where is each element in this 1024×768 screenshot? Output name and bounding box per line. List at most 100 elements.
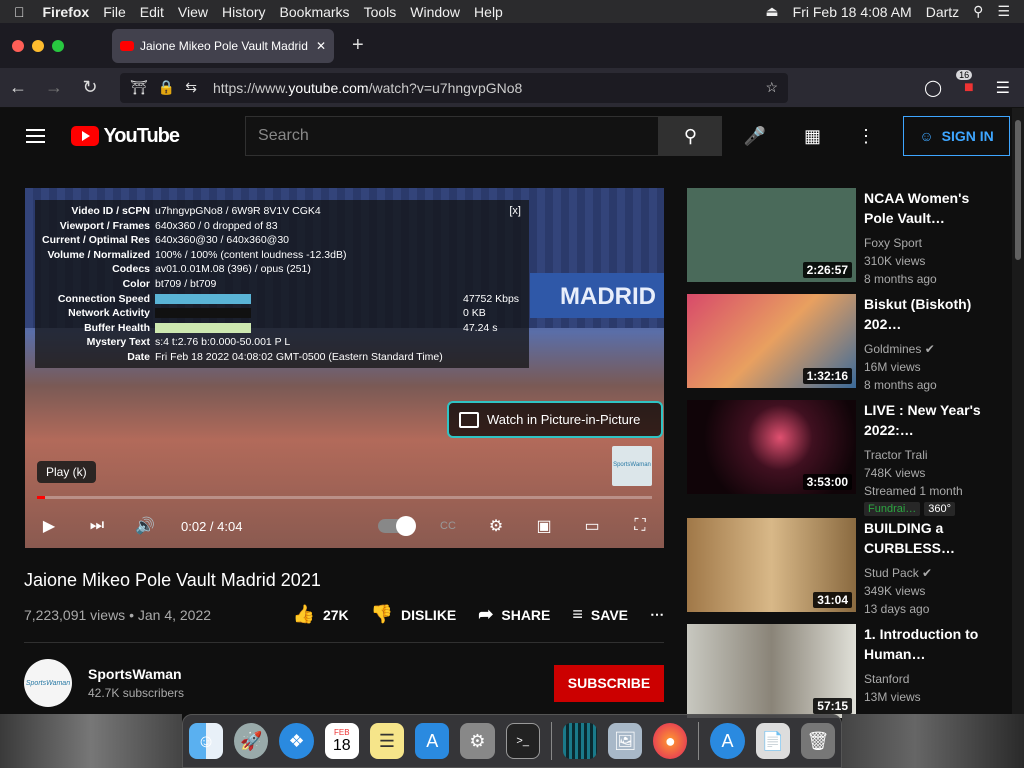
menu-view[interactable]: View xyxy=(178,4,208,20)
address-bar[interactable]: ⛩ 🔒 ⇆ https://www.youtube.com/watch?v=u7… xyxy=(120,72,788,103)
related-video-title[interactable]: LIVE : New Year's 2022:… xyxy=(864,400,994,440)
calendar-icon[interactable]: FEB 18 xyxy=(324,723,359,759)
spotlight-search-icon[interactable]: ⚲ xyxy=(973,3,983,20)
subscribe-button[interactable]: SUBSCRIBE xyxy=(554,664,664,702)
related-video-item[interactable]: 2:26:57 NCAA Women's Pole Vault… Foxy Sp… xyxy=(687,188,997,294)
system-preferences-icon[interactable]: ⚙ xyxy=(460,723,495,759)
menubar-user[interactable]: Dartz xyxy=(926,4,959,20)
settings-kebab-icon[interactable]: ⋮ xyxy=(857,126,875,147)
url-text[interactable]: https://www.youtube.com/watch?v=u7hngvpG… xyxy=(213,80,522,96)
app-menu[interactable]: Firefox xyxy=(43,4,90,20)
video-thumbnail[interactable]: 3:53:00 xyxy=(687,400,856,494)
stats-close-button[interactable]: [x] xyxy=(509,204,521,219)
app-store-icon[interactable]: A xyxy=(415,723,450,759)
trash-icon[interactable]: 🗑 xyxy=(800,723,836,759)
eject-icon[interactable]: ⏏ xyxy=(765,3,778,20)
stats-for-nerds-panel: [x] Video ID / sCPN u7hngvpGNo8 / 6W9R 8V… xyxy=(35,200,529,368)
channel-avatar[interactable]: SportsWaman xyxy=(24,659,72,707)
related-video-item[interactable]: 31:04 BUILDING a CURBLESS… Stud Pack ✔ 3… xyxy=(687,518,997,624)
close-window-button[interactable] xyxy=(12,39,24,52)
like-button[interactable]: 👍 27K xyxy=(293,604,349,625)
app-menu-icon[interactable]: ☰ xyxy=(996,78,1010,98)
duration-badge: 2:26:57 xyxy=(802,262,852,278)
share-button[interactable]: ➦ SHARE xyxy=(478,604,550,625)
pocket-icon[interactable]: ◯ xyxy=(924,78,942,98)
menu-history[interactable]: History xyxy=(222,4,266,20)
progress-bar[interactable] xyxy=(37,496,652,499)
related-channel-name[interactable]: Stud Pack ✔ xyxy=(864,564,994,582)
captions-icon[interactable]: CC xyxy=(424,520,472,532)
related-channel-name[interactable]: Goldmines ✔ xyxy=(864,340,994,358)
browser-tab-active[interactable]: Jaione Mikeo Pole Vault Madrid 2 ✕ xyxy=(112,28,334,63)
lock-icon[interactable]: 🔒 xyxy=(158,79,175,96)
menu-bookmarks[interactable]: Bookmarks xyxy=(280,4,350,20)
search-button[interactable]: ⚲ xyxy=(659,116,722,156)
guide-menu-icon[interactable] xyxy=(26,125,46,147)
terminal-icon[interactable]: >_ xyxy=(505,723,540,759)
menu-file[interactable]: File xyxy=(103,4,126,20)
control-center-icon[interactable]: ☰ xyxy=(997,3,1010,20)
related-channel-name[interactable]: Foxy Sport xyxy=(864,234,994,252)
search-input[interactable]: Search xyxy=(245,116,660,156)
video-thumbnail[interactable]: 1:32:16 xyxy=(687,294,856,388)
sign-in-button[interactable]: ☺ SIGN IN xyxy=(903,116,1010,156)
autoplay-toggle[interactable] xyxy=(378,516,416,536)
video-thumbnail[interactable]: 57:15 xyxy=(687,624,856,718)
reload-button[interactable]: ↻ xyxy=(72,77,108,98)
more-actions-icon[interactable]: ⋯ xyxy=(650,606,664,623)
activity-monitor-icon[interactable] xyxy=(562,723,598,759)
volume-icon[interactable]: 🔊 xyxy=(121,516,169,536)
notes-icon[interactable]: ☰ xyxy=(369,723,405,759)
youtube-logo[interactable]: YouTube xyxy=(71,125,180,148)
menu-window[interactable]: Window xyxy=(410,4,460,20)
page-scrollbar[interactable] xyxy=(1012,108,1024,718)
save-button[interactable]: ≡ SAVE xyxy=(572,604,628,625)
tracking-protection-shield-icon[interactable]: ⛩ xyxy=(130,79,148,96)
menubar-clock[interactable]: Fri Feb 18 4:08 AM xyxy=(793,4,912,20)
back-button[interactable]: ← xyxy=(0,77,36,98)
menu-tools[interactable]: Tools xyxy=(364,4,397,20)
menu-edit[interactable]: Edit xyxy=(140,4,164,20)
dislike-button[interactable]: 👎 DISLIKE xyxy=(371,604,457,625)
minimize-window-button[interactable] xyxy=(32,39,44,52)
bookmark-star-icon[interactable]: ☆ xyxy=(765,79,778,96)
apple-menu-icon[interactable]:  xyxy=(14,4,25,20)
extension-icon[interactable]: ■ xyxy=(964,79,974,97)
picture-in-picture-button[interactable]: Watch in Picture-in-Picture xyxy=(447,401,663,438)
apps-grid-icon[interactable]: ▦ xyxy=(804,126,821,147)
related-video-title[interactable]: Biskut (Biskoth) 202… xyxy=(864,294,994,334)
safari-icon[interactable]: ❖ xyxy=(279,723,314,759)
related-channel-name[interactable]: Tractor Trali xyxy=(864,446,994,464)
video-thumbnail[interactable]: 2:26:57 xyxy=(687,188,856,282)
related-video-title[interactable]: BUILDING a CURBLESS… xyxy=(864,518,994,558)
play-button[interactable]: ▶ xyxy=(25,516,73,536)
app-store-downloads-icon[interactable]: A xyxy=(710,723,745,759)
launchpad-icon[interactable]: 🚀 xyxy=(234,723,269,759)
channel-name[interactable]: SportsWaman xyxy=(88,666,184,682)
forward-button[interactable]: → xyxy=(36,77,72,98)
finder-icon[interactable]: ☺ xyxy=(189,723,224,759)
fullscreen-icon[interactable]: ⛶ xyxy=(616,517,664,535)
voice-search-mic-icon[interactable]: 🎤 xyxy=(744,126,766,147)
theater-mode-icon[interactable]: ▭ xyxy=(568,516,616,536)
related-video-item[interactable]: 1:32:16 Biskut (Biskoth) 202… Goldmines … xyxy=(687,294,997,400)
next-button[interactable]: ⏭ xyxy=(73,517,121,535)
menu-help[interactable]: Help xyxy=(474,4,503,20)
zoom-window-button[interactable] xyxy=(52,39,64,52)
document-icon[interactable]: 📄 xyxy=(755,723,790,759)
video-thumbnail[interactable]: 31:04 xyxy=(687,518,856,612)
new-tab-button[interactable]: + xyxy=(352,34,364,57)
video-player[interactable]: MADRID [x] Video ID / sCPN u7hngvpGNo8 / … xyxy=(25,188,664,548)
preview-icon[interactable]: 🖼 xyxy=(608,723,643,759)
related-video-title[interactable]: NCAA Women's Pole Vault… xyxy=(864,188,994,228)
permissions-icon[interactable]: ⇆ xyxy=(185,79,197,96)
close-tab-icon[interactable]: ✕ xyxy=(316,39,326,53)
settings-gear-icon[interactable]: ⚙ xyxy=(472,516,520,536)
related-video-title[interactable]: 1. Introduction to Human… xyxy=(864,624,994,664)
miniplayer-icon[interactable]: ▣ xyxy=(520,516,568,536)
channel-watermark[interactable]: SportsWaman xyxy=(612,446,652,486)
scrollbar-thumb[interactable] xyxy=(1015,120,1021,260)
firefox-icon[interactable]: ● xyxy=(653,723,688,759)
related-channel-name[interactable]: Stanford xyxy=(864,670,994,688)
related-video-item[interactable]: 3:53:00 LIVE : New Year's 2022:… Tractor… xyxy=(687,400,997,516)
